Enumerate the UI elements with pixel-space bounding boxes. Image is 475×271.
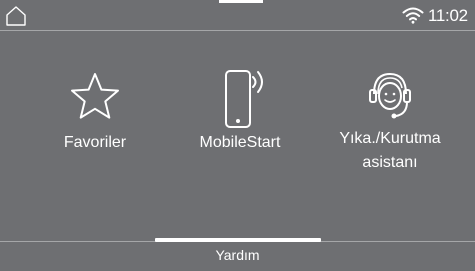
tile-assistant-label-line1: Yıka./Kurutma — [339, 130, 441, 147]
top-divider — [0, 30, 475, 31]
tile-wash-dry-assistant[interactable]: Yıka./Kurutma asistanı — [320, 70, 460, 174]
screen: 11:02 Favoriler MobileStart Yıka./Kurutm… — [0, 0, 475, 271]
tile-assistant-label-line2: asistanı — [362, 154, 418, 171]
tile-mobilestart[interactable]: MobileStart — [180, 70, 300, 154]
status-bar: 11:02 — [0, 0, 475, 31]
wifi-icon — [402, 7, 424, 24]
smartphone-signal-icon — [225, 70, 263, 128]
tile-favorites[interactable]: Favoriler — [40, 70, 150, 154]
home-icon[interactable] — [4, 4, 28, 28]
headset-assistant-icon — [369, 72, 411, 119]
clock: 11:02 — [428, 6, 468, 25]
help-pull-handle[interactable] — [155, 238, 321, 242]
help-button[interactable]: Yardım — [0, 246, 475, 264]
tile-favorites-label: Favoriler — [63, 134, 127, 151]
top-pull-handle[interactable] — [219, 0, 263, 3]
star-icon — [71, 73, 119, 119]
tile-mobilestart-label: MobileStart — [199, 134, 281, 151]
